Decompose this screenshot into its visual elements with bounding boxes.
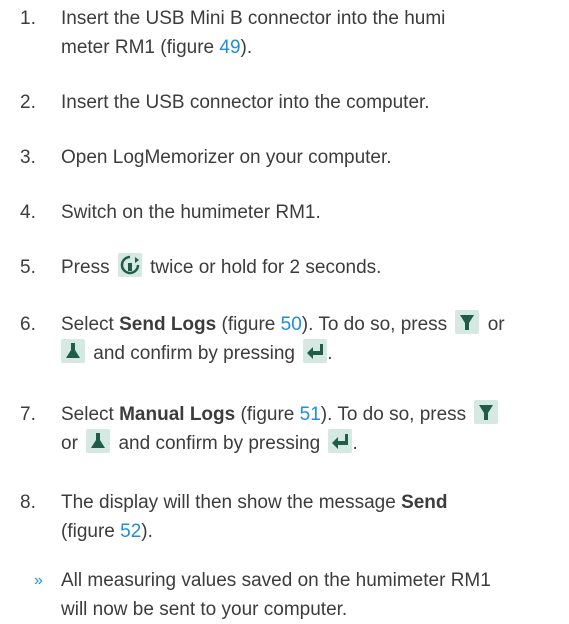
step-text-line: The display will then show the message S… [61, 492, 448, 513]
step-number: 6. [20, 314, 36, 335]
down-arrow-icon [455, 310, 480, 334]
result-text-line: will now be sent to your computer. [61, 599, 348, 620]
figure-link-51[interactable]: 51 [300, 404, 321, 425]
figure-link-50[interactable]: 50 [281, 314, 302, 335]
step-number: 3. [20, 147, 36, 168]
instruction-list: 1. Insert the USB Mini B connector into … [0, 0, 569, 624]
step-text-line: Select Send Logs (figure 50). To do so, … [61, 310, 566, 339]
step-text-line: and confirm by pressing . [61, 339, 566, 368]
rotate-arrow-icon [117, 253, 142, 277]
down-arrow-icon [474, 400, 499, 424]
step-text-line: or and confirm by pressing . [61, 429, 566, 458]
step-text: Insert the USB Mini B connector into the… [61, 4, 566, 62]
step-text: The display will then show the message S… [61, 488, 566, 546]
step-number: 2. [20, 92, 36, 113]
step-text: Select Manual Logs (figure 51). To do so… [61, 400, 566, 458]
step-number: 4. [20, 202, 36, 223]
result-text-line: All measuring values saved on the humime… [61, 570, 491, 591]
bold-term: Send Logs [119, 314, 217, 335]
step-number: 5. [20, 257, 36, 278]
step-text-line: (figure 52). [61, 521, 153, 542]
enter-icon [303, 339, 328, 363]
step-text: Insert the USB connector into the comput… [61, 92, 430, 113]
step-text: Press twice or hold for 2 seconds. [61, 253, 566, 282]
bold-term: Send [401, 492, 448, 513]
step-number: 8. [20, 492, 36, 513]
step-text: Open LogMemorizer on your computer. [61, 147, 392, 168]
step-number: 1. [20, 8, 36, 29]
step-text-line: meter RM1 (figure 49). [61, 37, 253, 58]
figure-link-49[interactable]: 49 [219, 37, 240, 58]
bold-term: Manual Logs [119, 404, 236, 425]
step-number: 7. [20, 404, 36, 425]
result-text: All measuring values saved on the humime… [61, 566, 566, 624]
enter-icon [328, 429, 353, 453]
step-text: Select Send Logs (figure 50). To do so, … [61, 310, 566, 368]
result-marker-icon: » [34, 572, 43, 589]
up-arrow-icon [86, 429, 111, 453]
step-text-line: Insert the USB Mini B connector into the… [61, 8, 446, 29]
up-arrow-icon [61, 339, 85, 363]
step-text-line: Select Manual Logs (figure 51). To do so… [61, 400, 566, 429]
figure-link-52[interactable]: 52 [120, 521, 141, 542]
step-text: Switch on the humimeter RM1. [61, 202, 321, 223]
